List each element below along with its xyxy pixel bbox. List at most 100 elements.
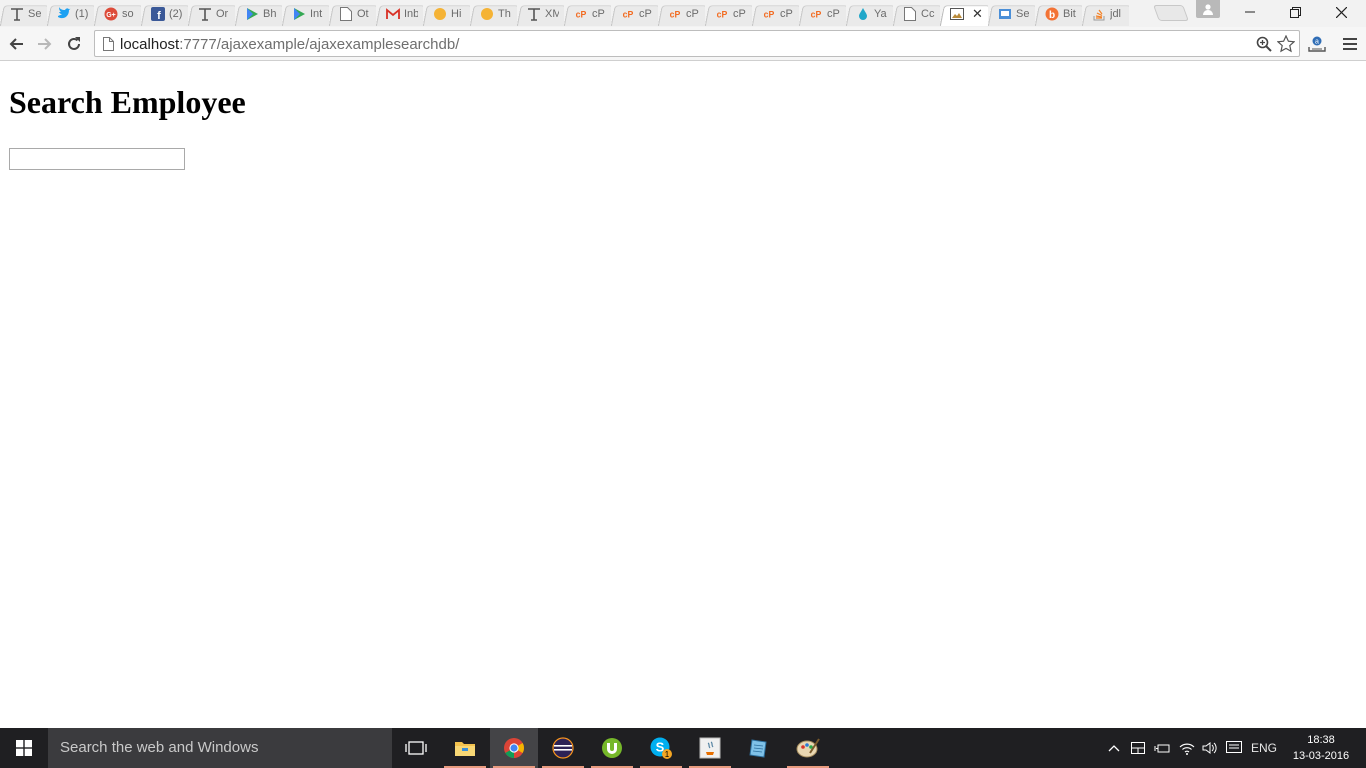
notepad-taskbar-button[interactable] xyxy=(735,728,783,768)
extension-icon: a xyxy=(1308,36,1326,52)
chrome-icon xyxy=(504,738,525,759)
play-icon xyxy=(292,7,306,21)
tab-title: XM xyxy=(545,8,559,20)
start-button[interactable] xyxy=(0,728,48,768)
profile-button[interactable] xyxy=(1196,0,1220,18)
utorrent-taskbar-button[interactable] xyxy=(588,728,636,768)
tab-2[interactable]: G+ so xyxy=(94,2,141,26)
url-host: localhost xyxy=(120,36,180,53)
restore-button[interactable] xyxy=(1272,0,1318,24)
tab-after-0[interactable]: Se xyxy=(988,2,1035,26)
notification-icon xyxy=(1226,741,1242,753)
battery-button[interactable] xyxy=(1152,728,1172,768)
address-bar[interactable]: localhost:7777/ajaxexample/ajaxexamplese… xyxy=(94,30,1300,57)
tab-title: cP xyxy=(733,8,746,20)
back-button[interactable] xyxy=(5,33,27,55)
tab-6[interactable]: Int xyxy=(282,2,329,26)
tab-title: Ya xyxy=(874,8,887,20)
tab-14[interactable]: cP cP xyxy=(658,2,705,26)
java-taskbar-button[interactable] xyxy=(686,728,734,768)
tab-7[interactable]: Ot xyxy=(329,2,376,26)
taskbar-search-box[interactable]: Search the web and Windows xyxy=(48,728,392,768)
speaker-icon xyxy=(1202,742,1217,754)
close-tab-icon[interactable]: ✕ xyxy=(972,6,983,22)
tab-title: Inb xyxy=(404,8,418,20)
paint-taskbar-button[interactable] xyxy=(784,728,832,768)
bookmark-star-icon[interactable] xyxy=(1277,35,1295,53)
file-explorer-taskbar-button[interactable] xyxy=(441,728,489,768)
tab-8[interactable]: Inb xyxy=(376,2,423,26)
tab-13[interactable]: cP cP xyxy=(611,2,658,26)
paint-palette-icon xyxy=(796,738,820,758)
svg-text:cP: cP xyxy=(623,10,634,20)
m-icon xyxy=(386,7,400,21)
tab-3[interactable]: f (2) xyxy=(141,2,188,26)
new-tab-button[interactable] xyxy=(1153,5,1189,21)
tab-after-2[interactable]: jdl xyxy=(1082,2,1129,26)
tab-title: Or xyxy=(216,8,229,20)
volume-button[interactable] xyxy=(1200,728,1220,768)
book-icon xyxy=(998,7,1012,21)
wifi-button[interactable] xyxy=(1176,728,1198,768)
skype-taskbar-button[interactable]: S1 xyxy=(637,728,685,768)
tab-title: Se xyxy=(1016,8,1030,20)
tab-title: Bit xyxy=(1063,8,1076,20)
tab-11[interactable]: XM xyxy=(517,2,564,26)
tab-title: Cc xyxy=(921,8,935,20)
menu-button[interactable] xyxy=(1339,33,1361,55)
minimize-button[interactable] xyxy=(1227,0,1273,24)
tab-17[interactable]: cP cP xyxy=(799,2,846,26)
tab-title: Bh xyxy=(263,8,277,20)
eclipse-taskbar-button[interactable] xyxy=(539,728,587,768)
tab-active[interactable]: ✕ xyxy=(940,2,988,26)
tab-15[interactable]: cP cP xyxy=(705,2,752,26)
image-icon xyxy=(950,7,964,21)
clock-date: 13-03-2016 xyxy=(1292,750,1350,762)
cp-icon: cP xyxy=(809,7,823,21)
language-indicator[interactable]: ENG xyxy=(1248,728,1280,768)
person-icon xyxy=(1203,4,1213,15)
url-path: :7777/ajaxexample/ajaxexamplesearchdb/ xyxy=(179,36,460,53)
tab-strip: Se (1) G+ so f (2) Or Bh Int Ot Inb Hi Th XM cP cP cP cP c… xyxy=(0,0,1366,27)
tab-9[interactable]: Hi xyxy=(423,2,470,26)
tab-5[interactable]: Bh xyxy=(235,2,282,26)
tab-12[interactable]: cP cP xyxy=(564,2,611,26)
keyboard-icon xyxy=(1131,742,1145,754)
stack-icon xyxy=(1092,7,1106,21)
tab-10[interactable]: Th xyxy=(470,2,517,26)
f-icon: f xyxy=(151,7,165,21)
extension-button[interactable]: a xyxy=(1306,33,1328,55)
tab-title: (1) xyxy=(75,8,89,20)
drop-icon xyxy=(856,7,870,21)
java-icon xyxy=(699,737,721,759)
cp-icon: cP xyxy=(668,7,682,21)
reload-button[interactable] xyxy=(63,33,85,55)
tab-19[interactable]: Cc xyxy=(893,2,940,26)
tab-4[interactable]: Or xyxy=(188,2,235,26)
tab-18[interactable]: Ya xyxy=(846,2,893,26)
chrome-taskbar-button[interactable] xyxy=(490,728,538,768)
twitter-bird-icon xyxy=(57,7,71,21)
tray-device-icon[interactable] xyxy=(1128,728,1148,768)
doc-icon xyxy=(903,7,917,21)
forward-button[interactable] xyxy=(34,33,56,55)
clock[interactable]: 18:38 13-03-2016 xyxy=(1286,732,1356,764)
tab-1[interactable]: (1) xyxy=(47,2,94,26)
cp-icon: cP xyxy=(574,7,588,21)
close-window-button[interactable] xyxy=(1318,0,1364,24)
sun-icon xyxy=(433,7,447,21)
close-icon xyxy=(1335,6,1347,18)
skype-badge: 1 xyxy=(665,750,670,759)
zoom-icon[interactable] xyxy=(1255,35,1273,53)
doc-icon xyxy=(339,7,353,21)
show-hidden-icons-button[interactable] xyxy=(1104,728,1124,768)
employee-search-input[interactable] xyxy=(9,148,185,170)
svg-text:cP: cP xyxy=(717,10,728,20)
svg-text:cP: cP xyxy=(764,10,775,20)
tab-0[interactable]: Se xyxy=(0,2,47,26)
task-view-button[interactable] xyxy=(392,728,440,768)
tab-16[interactable]: cP cP xyxy=(752,2,799,26)
notepad-icon xyxy=(749,739,767,758)
tab-after-1[interactable]: b Bit xyxy=(1035,2,1082,26)
action-center-button[interactable] xyxy=(1224,728,1244,768)
